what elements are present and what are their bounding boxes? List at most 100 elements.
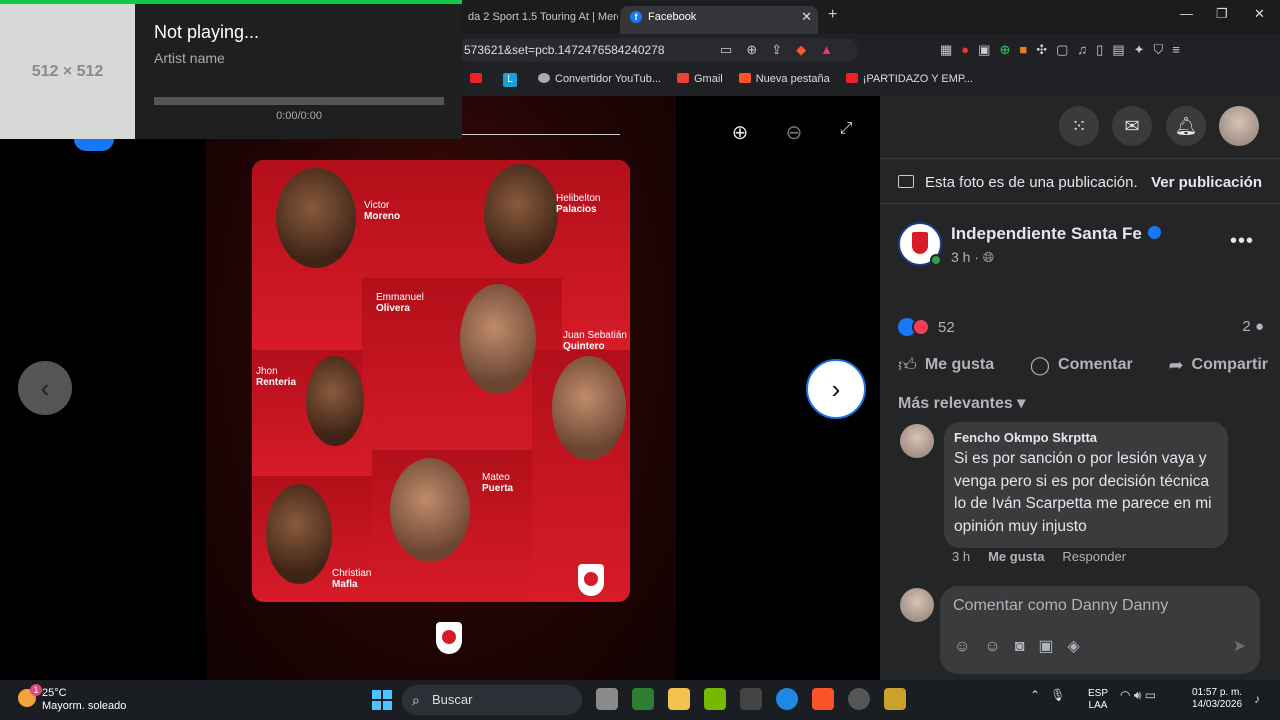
- menu-icon[interactable]: ≡: [1172, 42, 1189, 57]
- emoji-icon[interactable]: ☺: [984, 638, 1014, 655]
- player-last-name: Mafla: [332, 579, 358, 590]
- more-options-button[interactable]: •••: [1230, 230, 1254, 253]
- view-post-link[interactable]: Ver publicación: [1151, 174, 1262, 191]
- reactions-summary[interactable]: 52: [898, 318, 955, 336]
- facebook-logo-icon[interactable]: [74, 139, 114, 151]
- clock-date: 14/03/2026: [1192, 699, 1243, 710]
- close-window-button[interactable]: ✕: [1254, 6, 1265, 22]
- playback-progress-bar[interactable]: [154, 97, 444, 105]
- ai-icon[interactable]: ✦: [1134, 42, 1154, 57]
- task-view-icon[interactable]: [596, 688, 618, 710]
- extension-icon[interactable]: ▣: [978, 42, 999, 57]
- wallet-icon[interactable]: ▤: [1112, 42, 1133, 57]
- app-icon[interactable]: [632, 688, 654, 710]
- youtube-icon: [845, 73, 858, 83]
- bookmark-l[interactable]: L: [503, 72, 522, 87]
- bookmark-convertidor[interactable]: Convertidor YouTub...: [538, 73, 661, 85]
- comments-count[interactable]: 2 ●: [1242, 318, 1264, 335]
- comment-button[interactable]: ◯ Comentar: [1030, 350, 1133, 380]
- close-tab-icon[interactable]: ✕: [801, 6, 812, 28]
- extension-icon[interactable]: ▢: [1056, 42, 1077, 57]
- tab-facebook[interactable]: f Facebook ✕: [620, 6, 818, 34]
- comment-reply-button[interactable]: Responder: [1062, 549, 1126, 564]
- extension-icon[interactable]: ▦: [940, 42, 961, 57]
- sticker-icon[interactable]: ◈: [1067, 638, 1093, 655]
- capcut-icon[interactable]: [740, 688, 762, 710]
- l-icon: L: [503, 72, 517, 87]
- gmail-icon: [677, 73, 689, 83]
- globe-icon: [538, 73, 550, 83]
- tab-mercadolibre[interactable]: da 2 Sport 1.5 Touring At | Merca: [458, 6, 618, 34]
- page-name[interactable]: Independiente Santa Fe: [951, 224, 1161, 244]
- microphone-icon[interactable]: 🎙︎: [1050, 688, 1065, 702]
- gif-icon[interactable]: ▣: [1038, 638, 1067, 655]
- previous-photo-button[interactable]: ‹: [18, 361, 72, 415]
- messenger-button[interactable]: ✉: [1112, 106, 1152, 146]
- zoom-in-button[interactable]: ⊕: [726, 120, 754, 148]
- taskbar-clock[interactable]: 01:57 p. m. 14/03/2026: [1192, 687, 1242, 711]
- send-button[interactable]: ➤: [1233, 636, 1246, 656]
- comment-author[interactable]: Fencho Okmpo Skrptta: [954, 430, 1218, 445]
- minimize-button[interactable]: —: [1180, 6, 1193, 21]
- new-tab-button[interactable]: +: [828, 6, 837, 24]
- sidebar-icon[interactable]: ▯: [1096, 42, 1112, 57]
- status-icons[interactable]: ◠ 🔊︎ ▭: [1120, 688, 1156, 703]
- comment-like-button[interactable]: Me gusta: [988, 549, 1044, 564]
- rewards-icon[interactable]: ▲: [820, 42, 847, 57]
- zoom-icon[interactable]: ⊕: [746, 42, 771, 57]
- camera-icon[interactable]: ◙: [1015, 638, 1039, 655]
- bookmark-youtube[interactable]: [470, 73, 487, 85]
- comment-composer: ☺☺◙▣◈ ➤: [940, 586, 1260, 674]
- steam-icon[interactable]: [848, 688, 870, 710]
- share-button[interactable]: ➦ Compartir: [1168, 350, 1268, 380]
- extension-icon[interactable]: ●: [961, 42, 978, 57]
- comment-input[interactable]: [953, 594, 1243, 618]
- next-photo-button[interactable]: ›: [806, 359, 866, 419]
- account-avatar[interactable]: [1219, 106, 1259, 146]
- bookmark-gmail[interactable]: Gmail: [677, 73, 723, 85]
- post-timestamp[interactable]: 3 h · 🌐︎: [951, 249, 994, 266]
- extensions-bar: ▦●▣⊕■✣▢♫▯▤✦⛉≡: [940, 42, 1189, 58]
- current-user-avatar[interactable]: [900, 588, 934, 622]
- taskbar-search[interactable]: ⌕ Buscar: [402, 685, 582, 715]
- cast-icon[interactable]: ▭: [720, 42, 746, 57]
- maximize-button[interactable]: ❐: [1216, 6, 1228, 22]
- menu-grid-button[interactable]: ⁙: [1059, 106, 1099, 146]
- vpn-icon[interactable]: ⛉: [1154, 42, 1173, 57]
- notifications-button[interactable]: 🔔︎: [1166, 106, 1206, 146]
- address-actions: ▭⊕⇪◆▲: [720, 42, 847, 58]
- music-icon[interactable]: ♫: [1077, 42, 1096, 57]
- chevron-up-icon[interactable]: ⌃: [1030, 688, 1040, 702]
- edge-icon[interactable]: [776, 688, 798, 710]
- extension-icon[interactable]: ⊕: [999, 42, 1019, 57]
- search-icon: ⌕: [412, 692, 420, 708]
- nvidia-icon[interactable]: [704, 688, 726, 710]
- notification-center-icon[interactable]: ♪: [1254, 692, 1260, 706]
- bookmark-new-tab[interactable]: Nueva pestaña: [738, 73, 830, 85]
- lang-top: ESP: [1088, 688, 1109, 699]
- extension-icon[interactable]: ■: [1019, 42, 1036, 57]
- zoom-out-button[interactable]: ⊖: [780, 120, 808, 148]
- bookmark-partidazo[interactable]: ¡PARTIDAZO Y EMP...: [845, 73, 973, 85]
- language-indicator[interactable]: ESP LAA: [1088, 688, 1108, 712]
- like-button[interactable]: 👍︎ Me gusta: [898, 350, 994, 380]
- comment-icon: ◯: [1029, 354, 1051, 375]
- fullscreen-button[interactable]: ⤢: [832, 120, 860, 148]
- bookmark-label: Convertidor YouTub...: [555, 73, 661, 85]
- weather-condition: Mayorm. soleado: [42, 700, 127, 712]
- reactions-count: 52: [938, 319, 955, 336]
- share-icon[interactable]: ⇪: [771, 42, 796, 57]
- facebook-top-icons: ⁙ ✉ 🔔︎: [880, 106, 1280, 150]
- player-name: Christian Mafla: [332, 568, 371, 590]
- file-explorer-icon[interactable]: [668, 688, 690, 710]
- avatar-sticker-icon[interactable]: ☺: [954, 638, 984, 655]
- app-icon[interactable]: [884, 688, 906, 710]
- brave-shield-icon[interactable]: ◆: [796, 42, 820, 57]
- start-button[interactable]: [372, 690, 392, 710]
- comment-time[interactable]: 3 h: [952, 549, 970, 564]
- brave-icon[interactable]: [812, 688, 834, 710]
- team-poster: Victor Moreno Helibelton Palacios Emmanuel…: [252, 160, 630, 602]
- commenter-avatar[interactable]: [900, 424, 934, 458]
- puzzle-icon[interactable]: ✣: [1036, 42, 1056, 57]
- comment-sort-dropdown[interactable]: Más relevantes ▾: [898, 393, 1025, 413]
